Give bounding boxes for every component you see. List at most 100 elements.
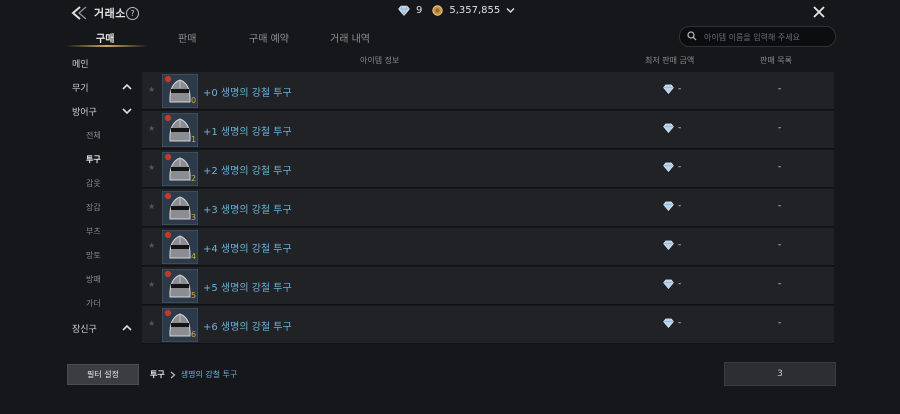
breadcrumb-category[interactable]: 투구 (150, 369, 165, 380)
sidebar-sub-guarder[interactable]: 가더 (86, 298, 101, 309)
item-name: +2 생명의 강철 투구 (203, 166, 292, 177)
item-name: +3 생명의 강철 투구 (203, 205, 292, 216)
enhance-level: 2 (191, 174, 197, 183)
item-list: ★ 0 +0 생명의 강철 투구 - - ★ 1 +1 생명의 강철 투구 - - ★ 2 +2 생명의… (142, 72, 834, 344)
favorite-star-icon[interactable]: ★ (148, 319, 155, 328)
item-name: +0 생명의 강철 투구 (203, 88, 292, 99)
sidebar-item-main[interactable]: 메인 (72, 57, 89, 70)
table-row[interactable]: ★ 3 +3 생명의 강철 투구 - - (142, 189, 834, 227)
diamond-icon (663, 201, 674, 211)
sidebar-item-armor[interactable]: 방어구 (72, 105, 97, 118)
enhance-level: 5 (191, 291, 197, 300)
table-row[interactable]: ★ 5 +5 생명의 강철 투구 - - (142, 267, 834, 305)
favorite-star-icon[interactable]: ★ (148, 241, 155, 250)
table-header: 아이템 정보 최저 판매 금액 판매 목록 (142, 52, 834, 68)
sidebar-item-accessory[interactable]: 장신구 (72, 322, 97, 335)
favorite-star-icon[interactable]: ★ (148, 280, 155, 289)
min-price-value: - (678, 279, 682, 289)
sidebar-item-weapon[interactable]: 무기 (72, 81, 89, 94)
diamond-icon (663, 240, 674, 250)
sidebar-sub-armor[interactable]: 갑옷 (86, 178, 101, 189)
gold-amount: 5,357,855 (449, 5, 501, 16)
breadcrumb-item: 생명의 강철 투구 (180, 370, 238, 379)
sidebar-sub-all[interactable]: 전체 (86, 130, 101, 141)
back-arrow-icon[interactable] (70, 5, 88, 21)
min-price-value: - (678, 84, 682, 94)
chevron-up-icon[interactable] (122, 324, 132, 332)
table-row[interactable]: ★ 0 +0 생명의 강철 투구 - - (142, 72, 834, 110)
enhance-level: 6 (191, 330, 197, 339)
currency-display[interactable]: 9 5,357,855 (398, 5, 515, 16)
help-icon[interactable]: ? (126, 7, 139, 20)
diamond-count: 9 (416, 5, 423, 16)
tab-history[interactable]: 거래 내역 (330, 30, 370, 45)
page-title: 거래소 (94, 7, 126, 20)
min-price: - (663, 84, 681, 94)
search-input[interactable] (702, 29, 832, 45)
table-row[interactable]: ★ 6 +6 생명의 강철 투구 - - (142, 306, 834, 344)
favorite-star-icon[interactable]: ★ (148, 124, 155, 133)
min-price: - (663, 279, 681, 289)
gold-icon (432, 5, 444, 16)
top-bar: 거래소 ? 9 5,357,855 (0, 0, 900, 26)
enhance-level: 3 (191, 213, 197, 222)
column-header-info: 아이템 정보 (360, 56, 400, 65)
item-name: +5 생명의 강철 투구 (203, 283, 292, 294)
item-name: +6 생명의 강철 투구 (203, 322, 292, 333)
diamond-icon (398, 5, 410, 16)
favorite-star-icon[interactable]: ★ (148, 202, 155, 211)
diamond-icon (663, 318, 674, 328)
table-row[interactable]: ★ 1 +1 생명의 강철 투구 - - (142, 111, 834, 149)
chevron-down-icon[interactable] (506, 7, 515, 14)
listing-count: - (778, 279, 782, 289)
tab-buy-reservation[interactable]: 구매 예약 (249, 30, 289, 45)
active-tab-indicator (66, 45, 148, 47)
min-price: - (663, 162, 681, 172)
min-price-value: - (678, 240, 682, 250)
tab-sell[interactable]: 판매 (178, 30, 196, 45)
diamond-icon (663, 123, 674, 133)
bottom-action-button[interactable]: 3 (724, 362, 836, 386)
search-box[interactable] (679, 26, 836, 47)
min-price: - (663, 318, 681, 328)
sidebar-sub-helmet[interactable]: 투구 (86, 154, 101, 165)
breadcrumb: 투구 생명의 강철 투구 (150, 369, 237, 380)
listing-count: - (778, 201, 782, 211)
listing-count: - (778, 318, 782, 328)
min-price-value: - (678, 201, 682, 211)
enhance-level: 0 (191, 96, 197, 105)
sidebar-sub-shield[interactable]: 방패 (86, 274, 101, 285)
min-price: - (663, 240, 681, 250)
sidebar-sub-cloak[interactable]: 망토 (86, 250, 101, 261)
listing-count: - (778, 123, 782, 133)
search-icon (687, 31, 697, 41)
sidebar-sub-boots[interactable]: 부츠 (86, 226, 101, 237)
chevron-up-icon[interactable] (122, 83, 132, 91)
column-header-min-price: 최저 판매 금액 (645, 56, 695, 65)
min-price-value: - (678, 318, 682, 328)
chevron-down-icon[interactable] (122, 107, 132, 115)
listing-count: - (778, 162, 782, 172)
listing-count: - (778, 84, 782, 94)
category-sidebar: 메인 무기 방어구 전체 투구 갑옷 장갑 부츠 망토 방패 가더 장신구 (66, 52, 142, 342)
filter-settings-button[interactable]: 필터 설정 (67, 364, 139, 385)
sidebar-sub-gloves[interactable]: 장갑 (86, 202, 101, 213)
min-price: - (663, 201, 681, 211)
favorite-star-icon[interactable]: ★ (148, 163, 155, 172)
table-row[interactable]: ★ 4 +4 생명의 강철 투구 - - (142, 228, 834, 266)
diamond-icon (663, 84, 674, 94)
diamond-icon (663, 279, 674, 289)
favorite-star-icon[interactable]: ★ (148, 85, 155, 94)
close-icon[interactable] (812, 5, 826, 19)
enhance-level: 4 (191, 252, 197, 261)
listing-count: - (778, 240, 782, 250)
tab-buy[interactable]: 구매 (96, 30, 114, 45)
item-name: +4 생명의 강철 투구 (203, 244, 292, 255)
enhance-level: 1 (191, 135, 197, 144)
item-name: +1 생명의 강철 투구 (203, 127, 292, 138)
tab-bar: 구매 판매 구매 예약 거래 내역 (66, 28, 476, 48)
min-price-value: - (678, 162, 682, 172)
min-price: - (663, 123, 681, 133)
table-row[interactable]: ★ 2 +2 생명의 강철 투구 - - (142, 150, 834, 188)
diamond-icon (663, 162, 674, 172)
